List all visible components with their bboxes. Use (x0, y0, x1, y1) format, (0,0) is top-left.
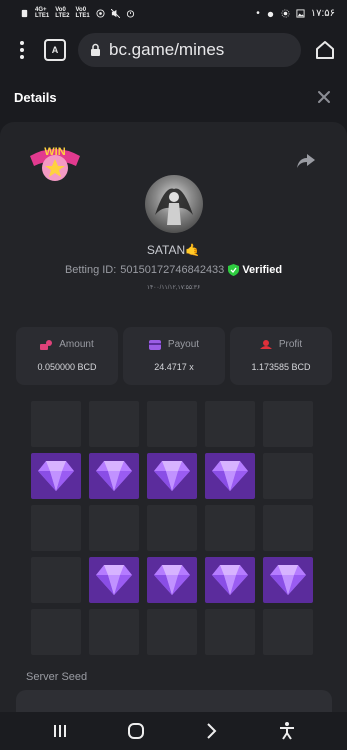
status-bar: 4G+ LTE1 Vo0 LTE2 Vo0 LTE1 • ۱۷:۵۶ (0, 0, 347, 26)
system-nav-bar (0, 712, 347, 750)
empty-tile (147, 401, 197, 447)
gem-tile (205, 453, 255, 499)
stat-amount-value: 0.050000 BCD (37, 362, 97, 372)
empty-tile (147, 505, 197, 551)
mute-icon (110, 8, 120, 18)
gem-icon (212, 461, 248, 491)
empty-tile (31, 557, 81, 603)
gem-icon (38, 461, 74, 491)
stat-amount: Amount 0.050000 BCD (16, 327, 118, 385)
stat-profit-head: Profit (230, 339, 332, 350)
recents-icon[interactable] (50, 721, 70, 741)
stat-amount-head: Amount (16, 339, 118, 350)
tab-switcher-label: A (51, 45, 59, 55)
details-title: Details (14, 89, 57, 105)
empty-tile (31, 401, 81, 447)
gem-tile (89, 557, 139, 603)
avatar-image (155, 188, 193, 225)
accessibility-icon[interactable] (277, 721, 297, 741)
betting-id-row: Betting ID: 50150172746842433 Verified (0, 264, 347, 276)
close-icon[interactable] (317, 90, 331, 104)
back-icon[interactable] (201, 721, 221, 741)
screen: 4G+ LTE1 Vo0 LTE2 Vo0 LTE1 • ۱۷:۵۶ A bc.gam… (0, 0, 347, 750)
gem-tile (205, 557, 255, 603)
empty-tile (263, 401, 313, 447)
browser-toolbar: A bc.game/mines (0, 26, 347, 74)
image-icon (296, 8, 305, 18)
stat-profit: Profit 1.173585 BCD (230, 327, 332, 385)
gem-tile (31, 453, 81, 499)
status-right: • ۱۷:۵۶ (256, 8, 335, 19)
gem-icon (270, 565, 306, 595)
stat-amount-label: Amount (59, 339, 94, 350)
address-bar[interactable]: bc.game/mines (78, 33, 301, 67)
empty-tile (205, 609, 255, 655)
coins-icon (40, 339, 53, 350)
net2-bottom: LTE2 (55, 13, 70, 19)
gem-icon (96, 565, 132, 595)
empty-tile (263, 609, 313, 655)
network-indicator-3: Vo0 LTE1 (75, 7, 89, 19)
alarm-icon (126, 9, 134, 18)
gem-icon (96, 461, 132, 491)
lock-icon (91, 43, 100, 56)
network-indicator-1: 4G+ LTE1 (35, 7, 49, 19)
more-menu-icon[interactable] (12, 38, 32, 62)
tab-switcher-button[interactable]: A (44, 39, 66, 61)
gem-icon (154, 565, 190, 595)
empty-tile (89, 401, 139, 447)
profit-icon (259, 339, 272, 349)
hotspot-icon (96, 8, 105, 18)
empty-tile (263, 453, 313, 499)
verified-label: Verified (242, 264, 283, 276)
stat-payout-head: Payout (123, 339, 225, 350)
bet-timestamp: ۱۴۰۰/۱۱/۱۲,۱۷:۵۵:۳۶ (146, 285, 201, 291)
avatar (145, 175, 203, 233)
gem-icon (212, 565, 248, 595)
stat-payout: Payout 24.4717 x (123, 327, 225, 385)
stat-profit-value: 1.173585 BCD (251, 362, 311, 372)
net1-bottom: LTE1 (35, 13, 50, 19)
betting-id-label: Betting ID: (64, 264, 117, 276)
net3-bottom: LTE1 (75, 13, 90, 19)
gem-tile (147, 557, 197, 603)
empty-tile (147, 609, 197, 655)
status-left: 4G+ LTE1 Vo0 LTE2 Vo0 LTE1 (20, 7, 135, 19)
win-badge-text: WIN (44, 146, 65, 158)
share-icon[interactable] (296, 152, 316, 170)
empty-tile (205, 401, 255, 447)
empty-tile (205, 505, 255, 551)
weather-icon (267, 11, 273, 17)
empty-tile (31, 609, 81, 655)
username: SATAN🤙 (146, 243, 201, 257)
gem-tile (263, 557, 313, 603)
home-nav-icon[interactable] (126, 721, 146, 741)
betting-id-value: 50150172746842433 (120, 264, 225, 276)
verified-badge: Verified (228, 264, 282, 276)
network-indicator-2: Vo0 LTE2 (55, 7, 69, 19)
wallet-icon (148, 339, 161, 350)
details-header: Details (0, 74, 347, 120)
dot-icon: • (256, 7, 260, 19)
clock: ۱۷:۵۶ (310, 7, 335, 19)
notification-icon (21, 9, 28, 17)
empty-tile (89, 505, 139, 551)
empty-tile (89, 609, 139, 655)
empty-tile (263, 505, 313, 551)
stat-payout-value: 24.4717 x (154, 362, 194, 372)
url-text: bc.game/mines (109, 40, 225, 59)
brightness-icon (281, 8, 290, 18)
shield-check-icon (228, 264, 240, 276)
home-icon[interactable] (313, 38, 337, 62)
gem-tile (147, 453, 197, 499)
win-badge-icon: WIN (30, 146, 80, 181)
gem-icon (154, 461, 190, 491)
gem-tile (89, 453, 139, 499)
stat-payout-label: Payout (167, 339, 200, 350)
server-seed-label: Server Seed (26, 671, 88, 683)
stat-profit-label: Profit (278, 339, 303, 350)
empty-tile (31, 505, 81, 551)
